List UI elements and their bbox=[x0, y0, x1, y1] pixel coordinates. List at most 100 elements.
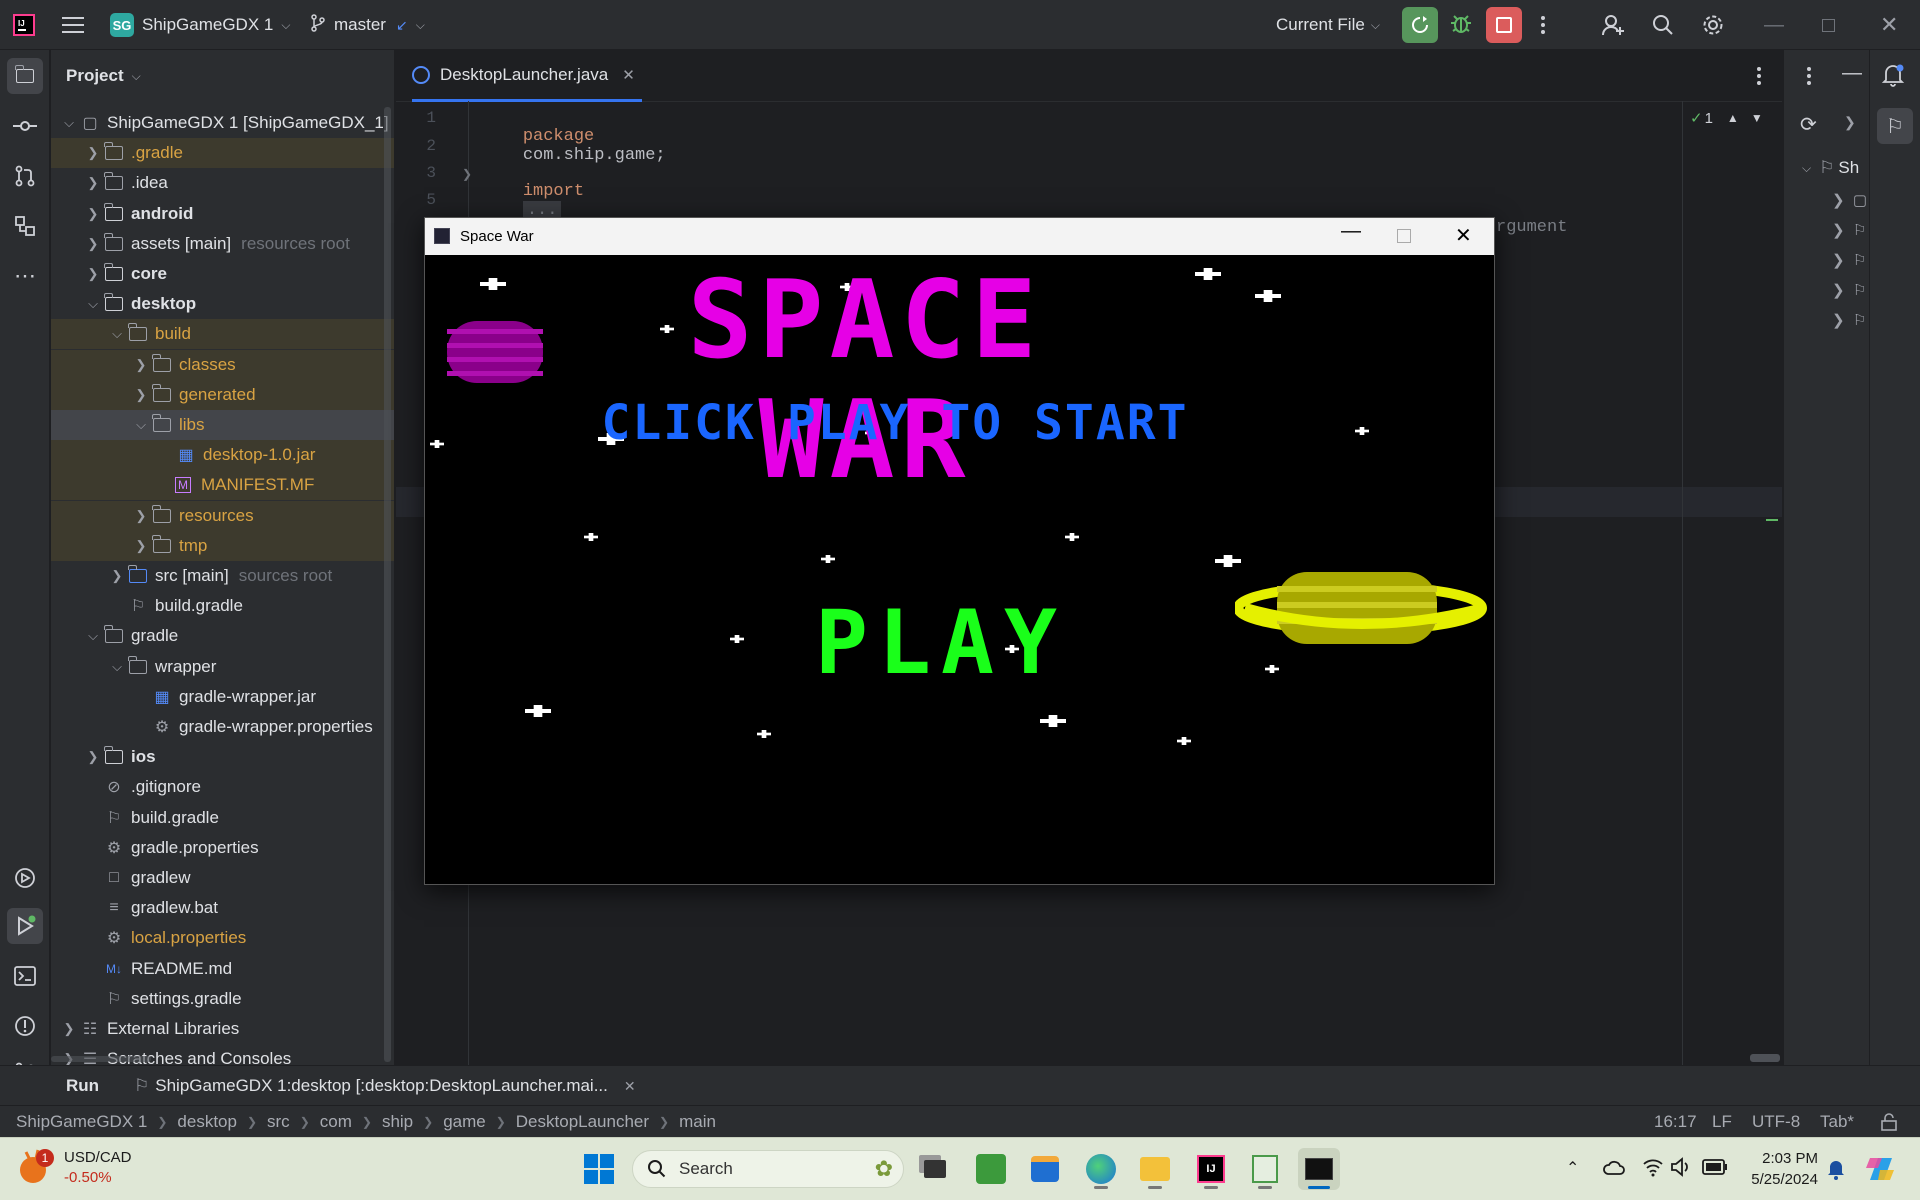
project-switcher[interactable]: SG ShipGameGDX 1 ⌵ bbox=[110, 0, 290, 50]
chevron-down-icon[interactable]: ⌵ bbox=[83, 628, 103, 644]
copilot-icon[interactable] bbox=[1864, 1152, 1898, 1191]
close-tab-icon[interactable]: ✕ bbox=[622, 66, 635, 84]
stop-button[interactable] bbox=[1486, 0, 1522, 50]
chevron-right-icon[interactable]: ❯ bbox=[83, 266, 103, 282]
project-tree-row[interactable]: ⌵ libs bbox=[51, 410, 394, 440]
minimize-window-icon[interactable]: — bbox=[1764, 0, 1784, 50]
project-tree-row[interactable]: ⌵ wrapper bbox=[51, 652, 394, 682]
more-tool-windows-icon[interactable]: ⋯ bbox=[7, 258, 43, 294]
chevron-right-icon[interactable]: ❯ bbox=[83, 145, 103, 161]
more-actions-icon[interactable] bbox=[1540, 0, 1546, 50]
clock-time[interactable]: 2:03 PM bbox=[1720, 1150, 1818, 1167]
taskbar-edge[interactable] bbox=[1080, 1148, 1122, 1190]
file-encoding[interactable]: UTF-8 bbox=[1752, 1106, 1800, 1138]
project-tree-row[interactable]: ❯ ios bbox=[51, 742, 394, 772]
services-tool-button[interactable] bbox=[7, 860, 43, 896]
show-hidden-icons-chevron[interactable]: ⌃ bbox=[1566, 1158, 1579, 1178]
notifications-bell-icon[interactable] bbox=[1880, 62, 1906, 93]
onedrive-icon[interactable] bbox=[1602, 1156, 1626, 1185]
chevron-right-icon[interactable]: ❯ bbox=[131, 387, 151, 403]
gradle-node[interactable]: ❯ ⚐ bbox=[1832, 246, 1867, 276]
search-icon[interactable] bbox=[1652, 0, 1674, 50]
reload-gradle-icon[interactable]: ⟳ bbox=[1800, 112, 1817, 137]
editor-scrollbar[interactable] bbox=[1750, 1054, 1780, 1062]
breadcrumb-item[interactable]: DesktopLauncher bbox=[516, 1112, 649, 1132]
project-tree-row[interactable]: ❯ assets [main] resources root bbox=[51, 229, 394, 259]
game-maximize-icon[interactable] bbox=[1397, 229, 1411, 243]
fold-chevron-icon[interactable]: ❯ bbox=[462, 167, 472, 181]
inspection-widget[interactable]: ✓ 1 ▲ ▼ bbox=[1690, 109, 1763, 128]
taskbar-file-explorer[interactable] bbox=[1134, 1148, 1176, 1190]
project-tree-row[interactable]: ❯ .gradle bbox=[51, 138, 394, 169]
project-tree-row[interactable]: ❯ src [main] sources root bbox=[51, 561, 394, 591]
taskbar-intellij[interactable]: IJ bbox=[1190, 1148, 1232, 1190]
gradle-node[interactable]: ❯ ⚐ bbox=[1832, 216, 1867, 246]
project-tool-button[interactable] bbox=[7, 58, 43, 94]
previous-highlight-icon[interactable]: ▲ bbox=[1727, 111, 1739, 125]
project-tree-row[interactable]: ≡ gradlew.bat bbox=[51, 893, 394, 923]
project-tree-row[interactable]: ⌵ ▢ ShipGameGDX 1 [ShipGameGDX_1] bbox=[51, 108, 394, 138]
vcs-branch-widget[interactable]: master ↙ ⌵ bbox=[310, 0, 425, 50]
project-tree-row[interactable]: ❯ android bbox=[51, 199, 394, 229]
editor-more-options-icon[interactable] bbox=[1756, 66, 1762, 91]
chevron-right-icon[interactable]: ❯ bbox=[83, 236, 103, 252]
clock-date[interactable]: 5/25/2024 bbox=[1720, 1171, 1818, 1188]
restore-window-icon[interactable] bbox=[1822, 0, 1835, 50]
close-tab-icon[interactable]: ✕ bbox=[624, 1078, 636, 1095]
run-tool-button[interactable] bbox=[7, 908, 43, 944]
taskbar-space-war[interactable] bbox=[1298, 1148, 1340, 1190]
breadcrumb-item[interactable]: com bbox=[320, 1112, 352, 1132]
project-tree-row[interactable]: ❯ generated bbox=[51, 379, 394, 410]
problems-tool-button[interactable] bbox=[7, 1008, 43, 1044]
project-tree-row[interactable]: ❯ resources bbox=[51, 500, 394, 531]
main-menu-icon[interactable] bbox=[62, 0, 84, 50]
expand-chevron-icon[interactable]: ❯ bbox=[1844, 114, 1856, 131]
project-tree-row[interactable]: ⚐ settings.gradle bbox=[51, 984, 394, 1014]
wifi-icon[interactable] bbox=[1642, 1156, 1664, 1183]
next-highlight-icon[interactable]: ▼ bbox=[1751, 111, 1763, 125]
project-tree-scrollbar[interactable] bbox=[384, 107, 391, 1062]
run-config-tab[interactable]: ⚐ ShipGameGDX 1:desktop [:desktop:Deskto… bbox=[134, 1066, 636, 1106]
project-tree-row[interactable]: ❯ ☷ External Libraries bbox=[51, 1014, 394, 1044]
gradle-tool-button[interactable]: ⚐ bbox=[1877, 108, 1913, 144]
taskbar-app-green[interactable] bbox=[970, 1148, 1012, 1190]
gradle-root-node[interactable]: ⌵ ⚐ Sh bbox=[1802, 158, 1859, 178]
project-tree-row[interactable]: ⌵ build bbox=[51, 319, 394, 350]
chevron-right-icon[interactable]: ❯ bbox=[107, 568, 127, 584]
debug-button[interactable] bbox=[1450, 0, 1472, 50]
breadcrumb-item[interactable]: src bbox=[267, 1112, 290, 1132]
project-tree-row[interactable]: ❯ tmp bbox=[51, 530, 394, 561]
settings-gear-icon[interactable] bbox=[1702, 0, 1724, 50]
game-close-icon[interactable]: ✕ bbox=[1455, 223, 1472, 248]
task-view-button[interactable] bbox=[914, 1148, 956, 1190]
project-tree-row[interactable]: ⚐ build.gradle bbox=[51, 803, 394, 833]
chevron-down-icon[interactable]: ⌵ bbox=[107, 659, 127, 675]
project-tree-row[interactable]: ❯ classes bbox=[51, 349, 394, 380]
project-tree-row[interactable]: ▦ desktop-1.0.jar bbox=[51, 440, 394, 471]
options-icon[interactable] bbox=[1806, 66, 1812, 91]
project-tree-hscrollbar[interactable] bbox=[51, 1056, 151, 1062]
game-minimize-icon[interactable]: — bbox=[1341, 220, 1361, 243]
file-writable-icon[interactable] bbox=[1880, 1113, 1898, 1136]
editor-tab-desktoplauncher[interactable]: DesktopLauncher.java ✕ bbox=[412, 50, 642, 102]
start-button[interactable] bbox=[578, 1148, 620, 1190]
project-tree-row[interactable]: M MANIFEST.MF bbox=[51, 470, 394, 501]
play-button[interactable]: PLAY bbox=[815, 595, 1057, 691]
chevron-down-icon[interactable]: ⌵ bbox=[107, 326, 127, 342]
chevron-down-icon[interactable]: ⌵ bbox=[131, 417, 151, 433]
breadcrumb-item[interactable]: main bbox=[679, 1112, 716, 1132]
volume-icon[interactable] bbox=[1670, 1156, 1692, 1183]
taskbar-search-box[interactable]: Search ✿ bbox=[632, 1150, 904, 1188]
project-tree-row[interactable]: ⚙ local.properties bbox=[51, 923, 394, 953]
chevron-right-icon[interactable]: ❯ bbox=[131, 357, 151, 373]
code-with-me-icon[interactable] bbox=[1601, 0, 1625, 50]
pull-requests-tool-button[interactable] bbox=[7, 158, 43, 194]
project-tree-row[interactable]: ⚐ build.gradle bbox=[51, 591, 394, 621]
chevron-right-icon[interactable]: ❯ bbox=[59, 1021, 79, 1037]
project-tree-row[interactable]: ⚙ gradle.properties bbox=[51, 833, 394, 863]
breadcrumb-item[interactable]: desktop bbox=[177, 1112, 237, 1132]
hide-panel-icon[interactable]: — bbox=[1842, 62, 1862, 85]
project-tree-row[interactable]: ❯ core bbox=[51, 259, 394, 289]
chevron-right-icon[interactable]: ❯ bbox=[131, 508, 151, 524]
project-tree-row[interactable]: ⌵ desktop bbox=[51, 289, 394, 319]
